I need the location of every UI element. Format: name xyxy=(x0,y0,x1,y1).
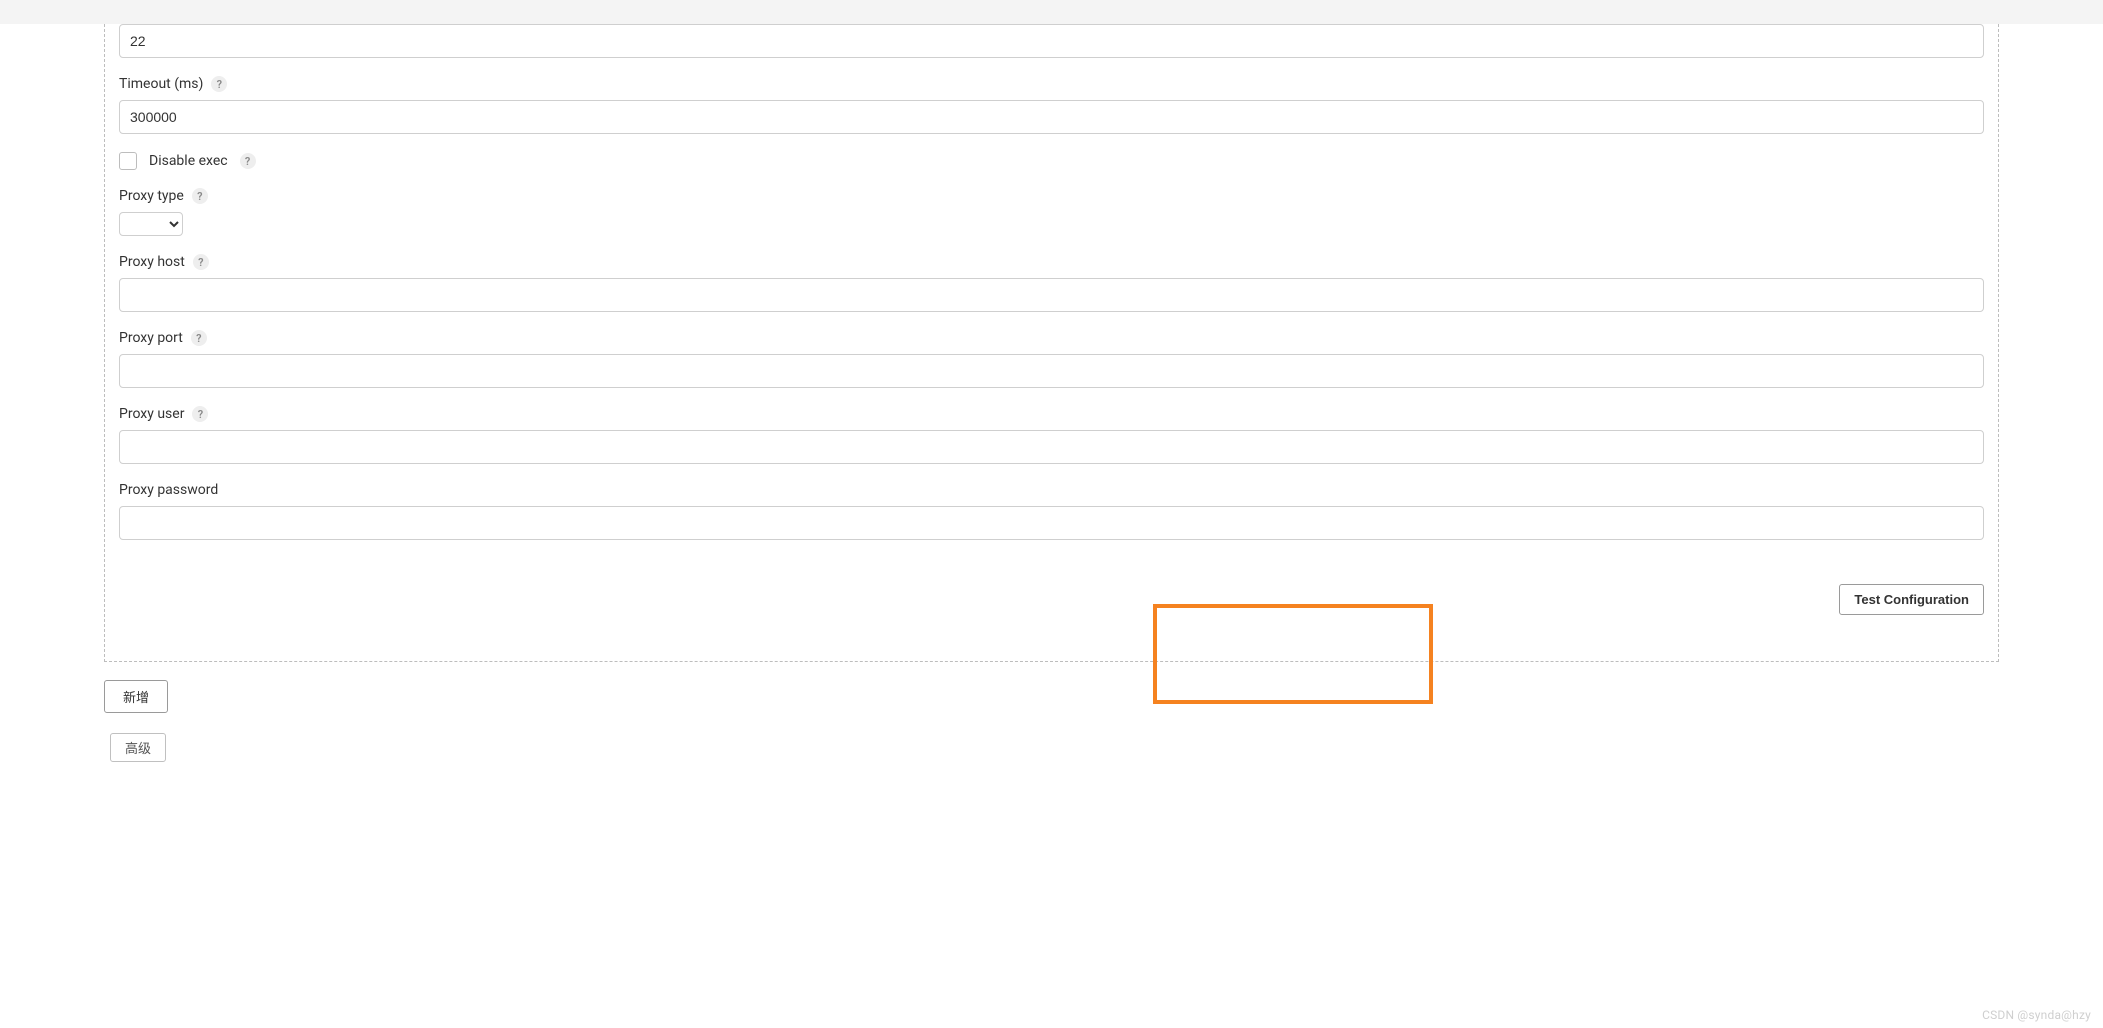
disable-exec-row: Disable exec ? xyxy=(119,152,1984,170)
disable-exec-label: Disable exec xyxy=(149,153,228,169)
page-content: Timeout (ms) ? Disable exec ? Proxy type… xyxy=(0,24,2103,762)
proxy-user-label: Proxy user xyxy=(119,406,184,422)
proxy-port-field-group: Proxy port ? xyxy=(119,330,1984,388)
help-icon[interactable]: ? xyxy=(193,254,209,270)
ssh-config-panel: Timeout (ms) ? Disable exec ? Proxy type… xyxy=(104,24,1999,662)
help-icon[interactable]: ? xyxy=(192,406,208,422)
proxy-password-field-group: Proxy password xyxy=(119,482,1984,540)
proxy-port-label: Proxy port xyxy=(119,330,183,346)
advanced-button[interactable]: 高级 xyxy=(110,733,166,762)
test-configuration-button[interactable]: Test Configuration xyxy=(1839,584,1984,615)
timeout-label-row: Timeout (ms) ? xyxy=(119,76,1984,92)
browser-top-bar xyxy=(0,0,2103,24)
proxy-host-label: Proxy host xyxy=(119,254,185,270)
proxy-type-field-group: Proxy type ? xyxy=(119,188,1984,236)
add-button[interactable]: 新增 xyxy=(104,680,168,713)
proxy-type-select[interactable] xyxy=(119,212,183,236)
proxy-user-input[interactable] xyxy=(119,430,1984,464)
timeout-field-group: Timeout (ms) ? xyxy=(119,76,1984,134)
proxy-user-field-group: Proxy user ? xyxy=(119,406,1984,464)
proxy-port-label-row: Proxy port ? xyxy=(119,330,1984,346)
help-icon[interactable]: ? xyxy=(211,76,227,92)
below-panel-controls: 新增 高级 xyxy=(104,680,2103,762)
port-field-group xyxy=(119,24,1984,58)
timeout-input[interactable] xyxy=(119,100,1984,134)
proxy-host-label-row: Proxy host ? xyxy=(119,254,1984,270)
watermark-text: CSDN @synda@hzy xyxy=(1982,1008,2091,1022)
panel-action-row: Test Configuration xyxy=(119,540,1984,647)
disable-exec-checkbox[interactable] xyxy=(119,152,137,170)
help-icon[interactable]: ? xyxy=(191,330,207,346)
proxy-password-label-row: Proxy password xyxy=(119,482,1984,498)
proxy-password-input[interactable] xyxy=(119,506,1984,540)
proxy-host-field-group: Proxy host ? xyxy=(119,254,1984,312)
proxy-type-label-row: Proxy type ? xyxy=(119,188,1984,204)
proxy-port-input[interactable] xyxy=(119,354,1984,388)
disable-exec-field-group: Disable exec ? xyxy=(119,152,1984,170)
proxy-password-label: Proxy password xyxy=(119,482,218,498)
proxy-host-input[interactable] xyxy=(119,278,1984,312)
port-input[interactable] xyxy=(119,24,1984,58)
help-icon[interactable]: ? xyxy=(240,153,256,169)
proxy-type-label: Proxy type xyxy=(119,188,184,204)
help-icon[interactable]: ? xyxy=(192,188,208,204)
proxy-user-label-row: Proxy user ? xyxy=(119,406,1984,422)
timeout-label: Timeout (ms) xyxy=(119,76,203,92)
